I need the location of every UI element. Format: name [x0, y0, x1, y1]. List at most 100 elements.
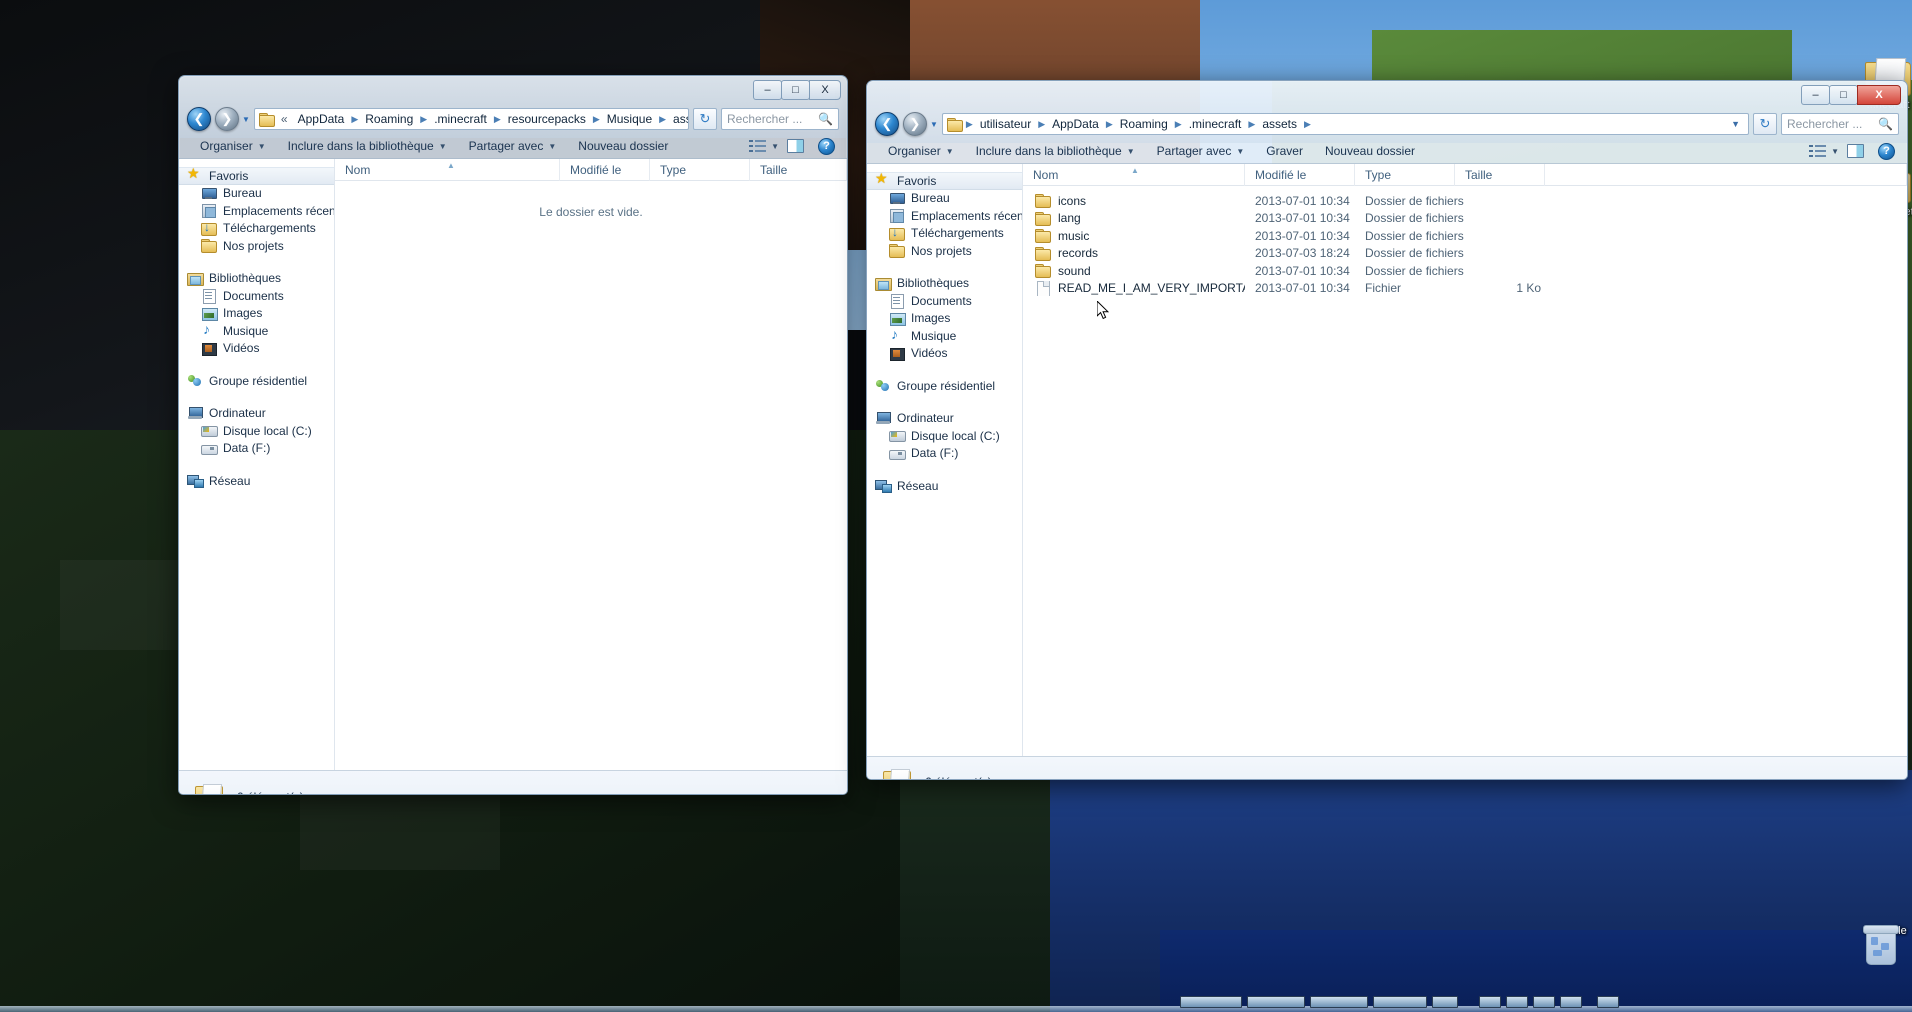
help-icon[interactable]: ? [1878, 142, 1895, 160]
breadcrumb-0[interactable]: utilisateur [976, 116, 1035, 132]
window-controls[interactable]: – □ X [1801, 85, 1901, 105]
file-list-pane[interactable]: Nom Modifié le Type Taille ▲ Le dossier … [335, 158, 847, 770]
refresh-icon[interactable]: ↻ [1753, 113, 1777, 135]
close-button[interactable]: X [1857, 85, 1901, 105]
recent-pages-dropdown-icon[interactable]: ▼ [930, 120, 938, 129]
sidebar-item-data-f[interactable]: Data (F:) [867, 445, 1022, 463]
chevron-down-icon[interactable]: ▼ [1727, 119, 1744, 129]
forward-arrow-icon[interactable]: ❯ [903, 112, 927, 136]
column-header-modifie[interactable]: Modifié le [560, 158, 650, 181]
sidebar-item-musique[interactable]: Musique [867, 326, 1022, 345]
sidebar-item-emplacements-recents[interactable]: Emplacements récents [867, 207, 1022, 225]
maximize-button[interactable]: □ [781, 80, 810, 100]
toolbar-organiser[interactable]: Organiser ▼ [189, 136, 277, 156]
search-input[interactable]: Rechercher ... 🔍 [1781, 113, 1899, 135]
toolbar-partager-avec[interactable]: Partager avec ▼ [458, 136, 568, 156]
sidebar-item-reseau[interactable]: Réseau [867, 477, 1022, 495]
sidebar-item-disque-local-c[interactable]: Disque local (C:) [867, 427, 1022, 445]
explorer-window-assets[interactable]: – □ X ❮ ❯ ▼ ▶ utilisateur ▶ AppData ▶ Ro… [866, 80, 1908, 780]
sidebar-item-telechargements[interactable]: Téléchargements [867, 225, 1022, 243]
taskbar-button[interactable] [1180, 996, 1242, 1008]
address-row[interactable]: ❮ ❯ ▼ ▶ utilisateur ▶ AppData ▶ Roaming … [867, 109, 1907, 139]
back-arrow-icon[interactable]: ❮ [875, 112, 899, 136]
toolbar-organiser[interactable]: Organiser ▼ [877, 141, 965, 161]
sidebar-item-favoris[interactable]: Favoris [179, 165, 334, 185]
table-row[interactable]: lang 2013-07-01 10:34 Dossier de fichier… [1023, 210, 1907, 228]
breadcrumb-3[interactable]: .minecraft [1185, 116, 1246, 132]
column-header-modifie[interactable]: Modifié le [1245, 163, 1355, 186]
sidebar-item-nos-projets[interactable]: Nos projets [867, 242, 1022, 260]
table-row[interactable]: READ_ME_I_AM_VERY_IMPORTANT 2013-07-01 1… [1023, 280, 1907, 298]
preview-pane-icon[interactable] [1847, 144, 1864, 158]
address-bar[interactable]: « AppData ▶ Roaming ▶ .minecraft ▶ resou… [253, 108, 689, 130]
taskbar-button[interactable] [1597, 996, 1619, 1008]
sidebar-item-images[interactable]: Images [867, 310, 1022, 328]
breadcrumb-4[interactable]: assets [1258, 116, 1301, 132]
search-input[interactable]: Rechercher ... 🔍 [721, 108, 839, 130]
taskbar-button[interactable] [1373, 996, 1427, 1008]
taskbar-button[interactable] [1533, 996, 1555, 1008]
minimize-button[interactable]: – [1801, 85, 1830, 105]
toolbar-nouveau-dossier[interactable]: Nouveau dossier [1314, 141, 1426, 161]
navigation-pane[interactable]: Favoris Bureau Emplacements récents Télé… [179, 159, 335, 770]
taskbar-button[interactable] [1310, 996, 1368, 1008]
toolbar-nouveau-dossier[interactable]: Nouveau dossier [567, 136, 679, 156]
taskbar-button[interactable] [1247, 996, 1305, 1008]
sidebar-item-ordinateur[interactable]: Ordinateur [867, 410, 1022, 428]
help-icon[interactable]: ? [818, 137, 835, 155]
sidebar-item-videos[interactable]: Vidéos [179, 340, 334, 358]
breadcrumb-1[interactable]: AppData [294, 111, 349, 127]
sidebar-item-groupe-residentiel[interactable]: Groupe résidentiel [179, 372, 334, 390]
toolbar-partager-avec[interactable]: Partager avec ▼ [1146, 141, 1256, 161]
navigation-pane[interactable]: Favoris Bureau Emplacements récents Télé… [867, 164, 1023, 756]
breadcrumb-1[interactable]: AppData [1048, 116, 1103, 132]
file-list-pane[interactable]: Nom Modifié le Type Taille ▲ icons 2013-… [1023, 163, 1907, 756]
breadcrumb-2[interactable]: Roaming [361, 111, 417, 127]
sidebar-item-telechargements[interactable]: Téléchargements [179, 220, 334, 238]
table-row[interactable]: sound 2013-07-01 10:34 Dossier de fichie… [1023, 262, 1907, 280]
sidebar-item-bureau[interactable]: Bureau [179, 185, 334, 203]
sidebar-item-favoris[interactable]: Favoris [867, 170, 1022, 190]
toolbar[interactable]: Organiser ▼ Inclure dans la bibliothèque… [867, 139, 1907, 164]
toolbar-inclure-bibliotheque[interactable]: Inclure dans la bibliothèque ▼ [965, 141, 1146, 161]
table-row[interactable]: records 2013-07-03 18:24 Dossier de fich… [1023, 245, 1907, 263]
table-row[interactable]: music 2013-07-01 10:34 Dossier de fichie… [1023, 227, 1907, 245]
breadcrumb-6[interactable]: assets [669, 111, 688, 127]
view-mode-icon[interactable] [749, 138, 767, 154]
title-bar[interactable]: – □ X [867, 81, 1907, 109]
breadcrumb-0[interactable]: « [277, 111, 292, 127]
table-row[interactable]: icons 2013-07-01 10:34 Dossier de fichie… [1023, 192, 1907, 210]
sidebar-item-reseau[interactable]: Réseau [179, 472, 334, 490]
column-header-taille[interactable]: Taille [1455, 163, 1545, 186]
taskbar-button[interactable] [1560, 996, 1582, 1008]
sidebar-item-documents[interactable]: Documents [867, 292, 1022, 310]
sidebar-item-documents[interactable]: Documents [179, 287, 334, 305]
column-header-type[interactable]: Type [650, 158, 750, 181]
sidebar-item-musique[interactable]: Musique [179, 321, 334, 340]
sidebar-item-bibliotheques[interactable]: Bibliothèques [179, 270, 334, 288]
breadcrumb-5[interactable]: Musique [603, 111, 656, 127]
explorer-window-minecraft[interactable]: – □ X ❮ ❯ ▼ « AppData ▶ Roaming ▶ .minec… [178, 75, 848, 795]
taskbar-button[interactable] [1479, 996, 1501, 1008]
title-bar[interactable]: – □ X [179, 76, 847, 104]
toolbar-graver[interactable]: Graver [1255, 141, 1314, 161]
sidebar-item-images[interactable]: Images [179, 305, 334, 323]
chevron-down-icon[interactable]: ▼ [769, 142, 785, 151]
sidebar-item-videos[interactable]: Vidéos [867, 345, 1022, 363]
refresh-icon[interactable]: ↻ [693, 108, 717, 130]
breadcrumb-4[interactable]: resourcepacks [504, 111, 590, 127]
sidebar-item-disque-local-c[interactable]: Disque local (C:) [179, 422, 334, 440]
sidebar-item-ordinateur[interactable]: Ordinateur [179, 405, 334, 423]
desktop-icon-recycle-bin[interactable]: Corbeille [1845, 925, 1912, 956]
address-row[interactable]: ❮ ❯ ▼ « AppData ▶ Roaming ▶ .minecraft ▶… [179, 104, 847, 134]
minimize-button[interactable]: – [753, 80, 782, 100]
close-button[interactable]: X [809, 80, 841, 100]
window-controls[interactable]: – □ X [753, 80, 841, 100]
address-bar[interactable]: ▶ utilisateur ▶ AppData ▶ Roaming ▶ .min… [941, 113, 1749, 135]
column-header-taille[interactable]: Taille [750, 158, 847, 181]
recent-pages-dropdown-icon[interactable]: ▼ [242, 115, 250, 124]
sidebar-item-nos-projets[interactable]: Nos projets [179, 237, 334, 255]
taskbar-button[interactable] [1506, 996, 1528, 1008]
sidebar-item-emplacements-recents[interactable]: Emplacements récents [179, 202, 334, 220]
column-headers[interactable]: Nom Modifié le Type Taille ▲ [1023, 163, 1907, 186]
